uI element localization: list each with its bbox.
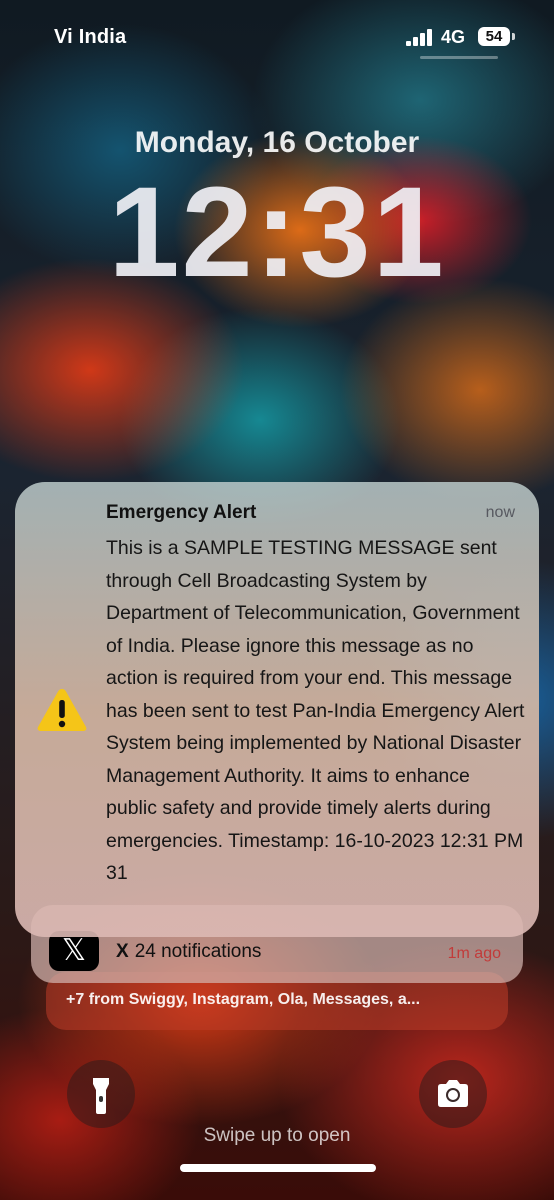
signal-icon [406,29,434,46]
lock-date: Monday, 16 October [134,126,420,159]
x-app-name: X [116,941,129,962]
x-notification-count: 24 notifications [134,941,262,962]
control-center-indicator[interactable] [420,56,498,59]
camera-button[interactable] [419,1060,487,1128]
more-notifications-text: +7 from Swiggy, Instagram, Ola, Messages… [66,991,421,1008]
emergency-alert-notification[interactable]: Emergency Alert now This is a SAMPLE TES… [15,482,539,937]
battery-tip [512,33,515,40]
alert-title: Emergency Alert [106,502,257,523]
warning-icon [37,689,87,731]
x-notification-label: X 24 notifications [116,941,261,963]
camera-icon [438,1080,468,1107]
lock-screen: Vi India 4G 54 Monday, 16 October 12:31 … [0,0,554,1200]
alert-time: now [485,504,515,521]
lock-time: 12:31 [108,161,446,304]
home-indicator[interactable] [180,1164,376,1172]
battery-icon: 54 [478,27,510,46]
status-bar: Vi India 4G 54 [0,26,554,56]
x-app-icon: 𝕏 [49,931,99,971]
carrier-name: Vi India [54,26,127,48]
alert-message: This is a SAMPLE TESTING MESSAGE sent th… [106,537,525,884]
network-type: 4G [441,27,466,47]
swipe-up-hint: Swipe up to open [203,1125,351,1146]
flashlight-icon [93,1078,109,1114]
flashlight-button[interactable] [67,1060,135,1128]
x-notification-time: 1m ago [447,945,501,962]
